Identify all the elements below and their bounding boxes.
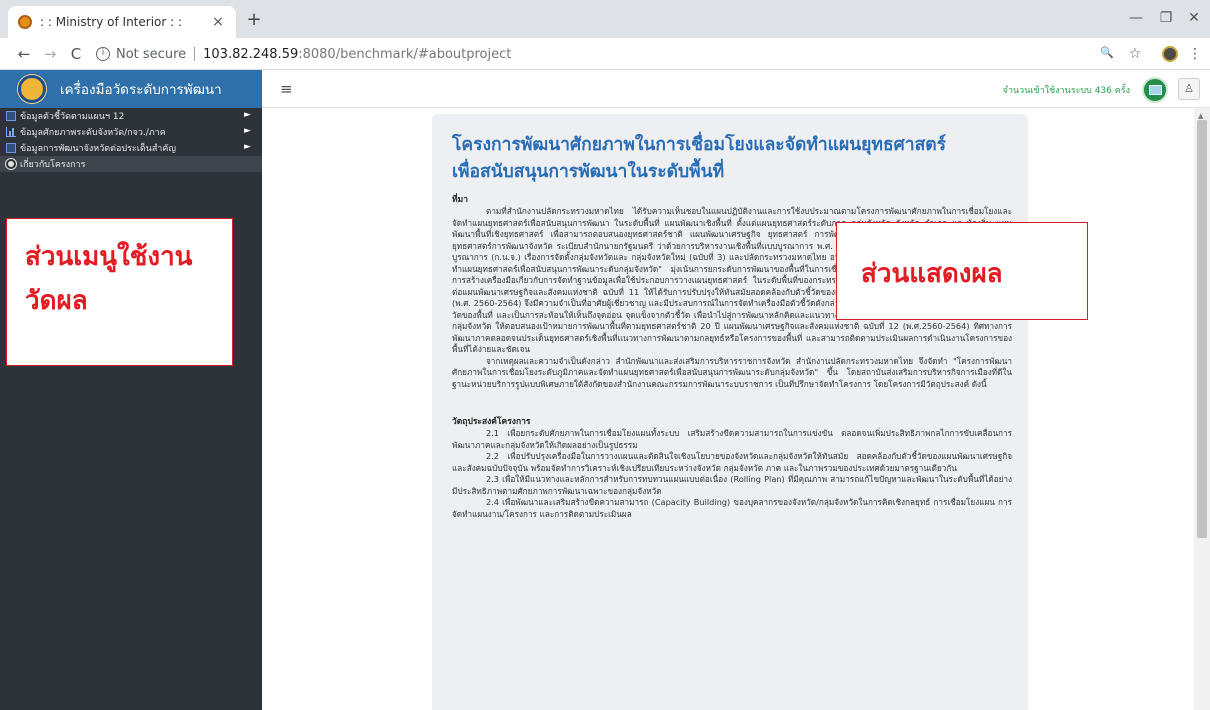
background-heading: ที่มา: [452, 195, 468, 205]
sidebar-item-label: ข้อมูลศักยภาพระดับจังหวัด/กจว./ภาค: [20, 128, 166, 138]
forward-arrow-icon[interactable]: →: [40, 45, 60, 63]
caret-right-icon: ►: [244, 126, 251, 136]
display-section-annotation: ส่วนแสดงผล: [836, 222, 1088, 320]
close-window-icon[interactable]: ✕: [1184, 10, 1204, 26]
address-bar[interactable]: i Not secure 103.82.248.59 :8080/benchma…: [96, 42, 1146, 66]
app-brand[interactable]: เครื่องมือวัดระดับการพัฒนา: [0, 70, 262, 108]
user-avatar[interactable]: [1142, 77, 1168, 103]
visit-counter: จำนวนเข้าใช้งานระบบ 436 ครั้ง: [1002, 86, 1130, 96]
browser-tab[interactable]: : : Ministry of Interior : : ×: [8, 6, 236, 38]
site-info-icon[interactable]: i: [96, 47, 110, 61]
menu-annotation-line-1: ส่วนเมนูใช้งาน: [25, 242, 193, 272]
sidebar-item-label: ข้อมูลตัวชี้วัดตามแผนฯ 12: [20, 112, 125, 122]
sidebar-item-label: เกี่ยวกับโครงการ: [20, 160, 86, 170]
sidebar-item-label: ข้อมูลการพัฒนาจังหวัดต่อประเด็นสำคัญ: [20, 144, 177, 154]
app-title: เครื่องมือวัดระดับการพัฒนา: [60, 82, 222, 98]
page-title: โครงการพัฒนาศักยภาพในการเชื่อมโยงและจัดท…: [452, 132, 1012, 186]
not-secure-label: Not secure: [116, 46, 187, 62]
minimize-icon[interactable]: —: [1126, 10, 1146, 26]
hamburger-menu-icon[interactable]: ≡: [280, 80, 293, 98]
sidebar-item-development[interactable]: ข้อมูลการพัฒนาจังหวัดต่อประเด็นสำคัญ ►: [0, 140, 262, 156]
title-line-2: เพื่อสนับสนุนการพัฒนาในระดับพื้นที่: [452, 162, 725, 182]
objective-item: 2.1 เพื่อยกระดับศักยภาพในการเชื่อมโยงแผน…: [452, 428, 1012, 450]
sidebar-item-potential[interactable]: ข้อมูลศักยภาพระดับจังหวัด/กจว./ภาค ►: [0, 124, 262, 140]
menu-annotation-line-2: วัดผล: [25, 286, 88, 316]
ministry-logo-icon: [18, 75, 46, 103]
objective-item: 2.4 เพื่อพัฒนาและเสริมสร้างขีดความสามารถ…: [452, 497, 1012, 519]
tab-title: : : Ministry of Interior : :: [40, 15, 183, 29]
sidebar-item-about[interactable]: เกี่ยวกับโครงการ: [0, 156, 262, 172]
scrollbar-thumb[interactable]: [1197, 120, 1207, 538]
caret-right-icon: ►: [244, 110, 251, 120]
address-divider: [194, 47, 196, 61]
browser-toolbar: ← → C i Not secure 103.82.248.59 :8080/b…: [0, 38, 1210, 70]
site-favicon-icon: [18, 15, 32, 29]
sidebar-item-indicators[interactable]: ข้อมูลตัวชี้วัดตามแผนฯ 12 ►: [0, 108, 262, 124]
about-project-card: โครงการพัฒนาศักยภาพในการเชื่อมโยงและจัดท…: [432, 114, 1028, 710]
bar-chart-icon: [6, 127, 16, 137]
reload-icon[interactable]: C: [66, 45, 86, 63]
url-path: :8080/benchmark/#aboutproject: [298, 46, 512, 62]
gear-icon: [6, 159, 16, 169]
scroll-up-icon[interactable]: ▲: [1198, 112, 1203, 120]
presentation-icon: [1148, 85, 1162, 95]
caret-right-icon: ►: [244, 142, 251, 152]
objective-item: 2.2 เพื่อปรับปรุงเครื่องมือในการวางแผนแล…: [452, 451, 1012, 473]
menu-section-annotation: ส่วนเมนูใช้งาน วัดผล: [6, 218, 233, 366]
profile-avatar-icon[interactable]: [1162, 46, 1178, 62]
background-paragraph-2: จากเหตุผลและความจำเป็นดังกล่าว สำนักพัฒน…: [452, 355, 1012, 389]
bookmark-star-icon[interactable]: ☆: [1126, 46, 1144, 62]
main-content: โครงการพัฒนาศักยภาพในการเชื่อมโยงและจัดท…: [262, 108, 1194, 710]
back-arrow-icon[interactable]: ←: [14, 45, 34, 63]
objective-item: 2.3 เพื่อให้มีแนวทางและหลักการสำหรับการท…: [452, 474, 1012, 496]
browser-menu-icon[interactable]: ⋮: [1186, 46, 1204, 62]
sidebar-menu: ข้อมูลตัวชี้วัดตามแผนฯ 12 ► ข้อมูลศักยภา…: [0, 108, 262, 710]
display-annotation-label: ส่วนแสดงผล: [861, 259, 1003, 289]
url-host: 103.82.248.59: [203, 46, 299, 62]
document-icon: [6, 143, 16, 153]
title-line-1: โครงการพัฒนาศักยภาพในการเชื่อมโยงและจัดท…: [452, 135, 947, 155]
page-scrollbar[interactable]: ▲: [1194, 108, 1210, 710]
tab-close-icon[interactable]: ×: [210, 14, 226, 30]
browser-tab-bar: : : Ministry of Interior : : × + — ❐ ✕: [0, 0, 1210, 38]
app-header: ≡ จำนวนเข้าใช้งานระบบ 436 ครั้ง ♙: [262, 70, 1210, 108]
new-tab-button[interactable]: +: [244, 9, 264, 30]
document-icon: [6, 111, 16, 121]
maximize-icon[interactable]: ❐: [1156, 10, 1176, 26]
user-menu-button[interactable]: ♙: [1178, 78, 1200, 100]
zoom-icon[interactable]: 🔍: [1098, 46, 1116, 59]
objectives-heading: วัตถุประสงค์โครงการ: [452, 417, 531, 427]
